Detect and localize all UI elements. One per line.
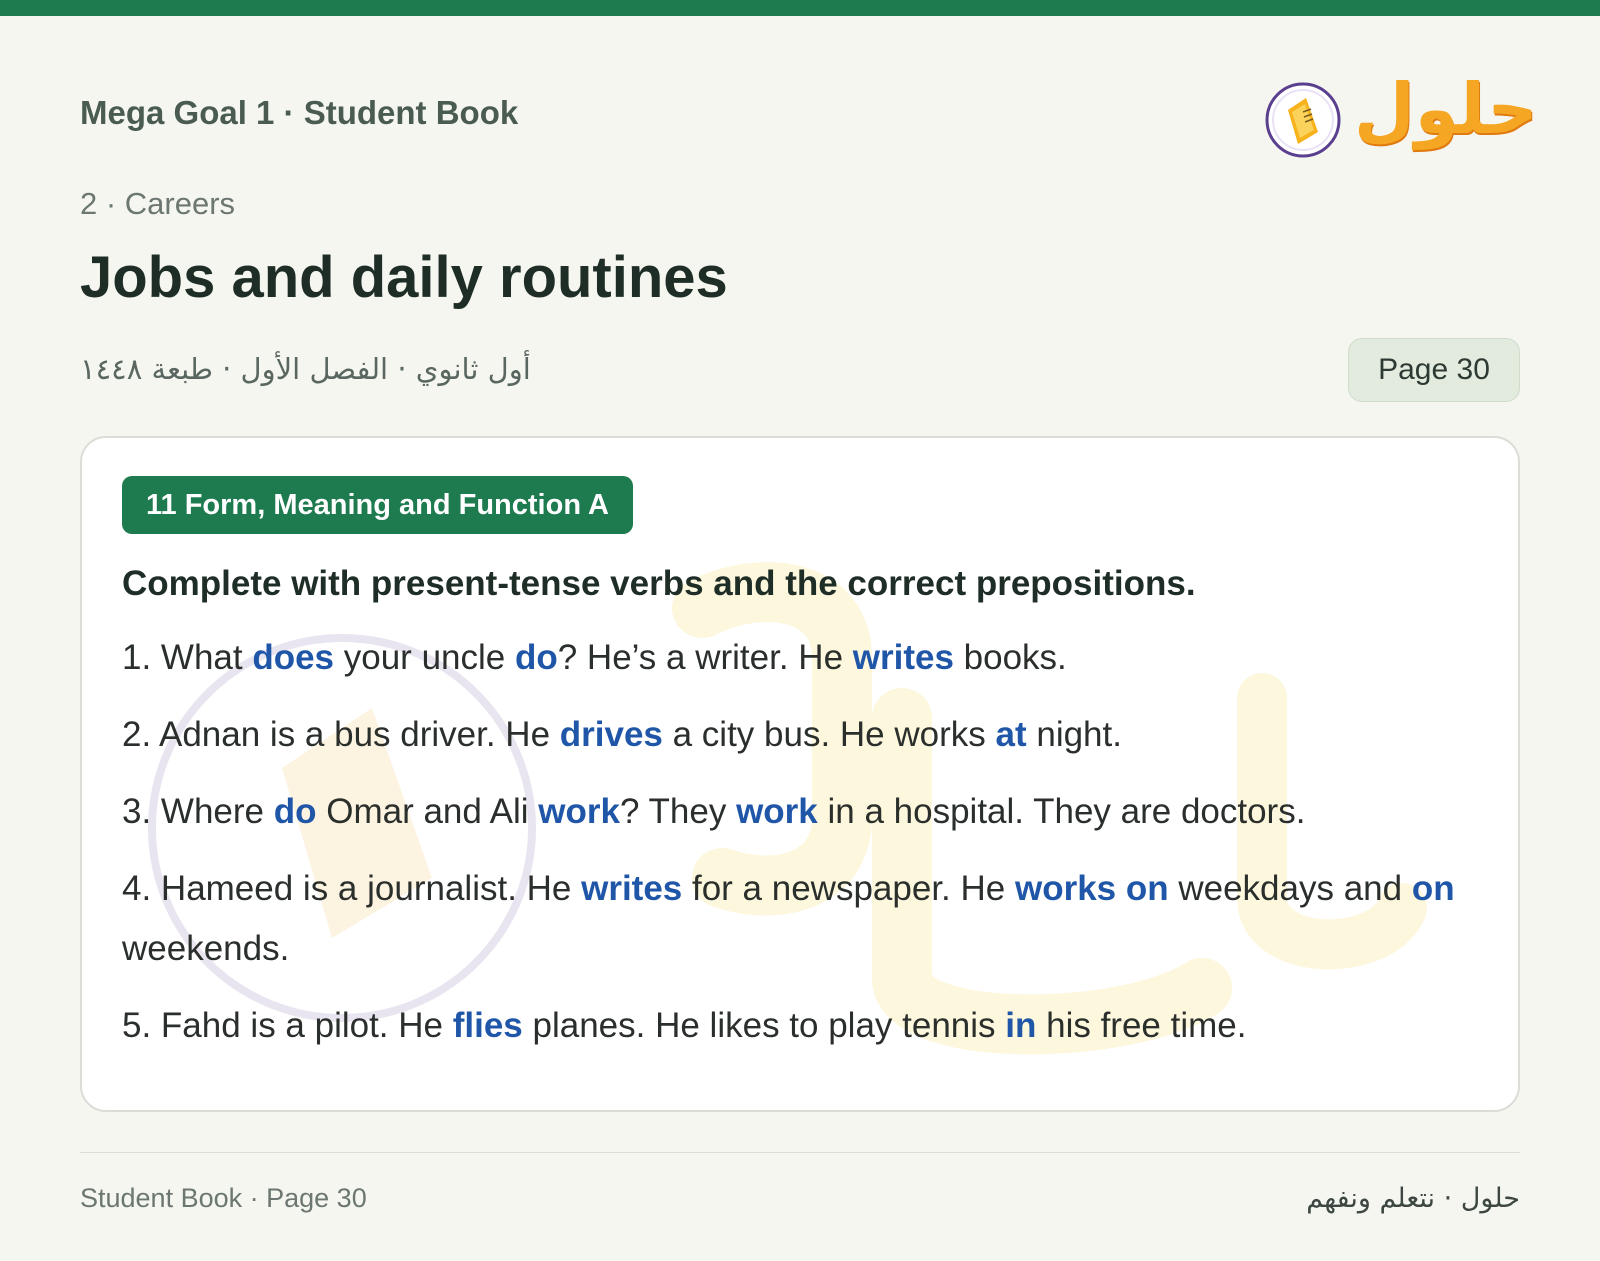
answer-word: drives [559, 715, 663, 754]
item-text: for a newspaper. He [682, 869, 1015, 908]
answer-word: works on [1014, 869, 1169, 908]
item-text: night. [1026, 715, 1122, 754]
item-text: your uncle [334, 638, 515, 677]
answer-word: work [538, 792, 620, 831]
item-text: ? They [619, 792, 737, 831]
exercise-item-4: 4. Hameed is a journalist. He writes for… [122, 859, 1482, 979]
page-badge: Page 30 [1348, 338, 1520, 402]
answer-word: in [1005, 1006, 1037, 1045]
answer-word: do [514, 638, 558, 677]
item-text: in a hospital. They are doctors. [817, 792, 1306, 831]
exercise-card: 11 Form, Meaning and Function A Complete… [80, 436, 1520, 1112]
item-text: his free time. [1036, 1006, 1247, 1045]
exercise-badge: 11 Form, Meaning and Function A [122, 476, 633, 534]
item-text: a city bus. He works [662, 715, 996, 754]
answer-word: does [252, 638, 335, 677]
footer-right: حلول · نتعلم ونفهم [1306, 1183, 1520, 1214]
item-text: 1. What [122, 638, 253, 677]
answer-word: at [995, 715, 1027, 754]
item-text: weekdays and [1168, 869, 1412, 908]
item-text: Omar and Ali [316, 792, 539, 831]
exercise-instruction: Complete with present-tense verbs and th… [122, 564, 1196, 603]
exercise-items: 1. What does your uncle do? He’s a write… [122, 628, 1482, 1073]
item-text: ? He’s a writer. He [557, 638, 853, 677]
item-text: 4. Hameed is a journalist. He [122, 869, 582, 908]
item-text: 5. Fahd is a pilot. He [122, 1006, 453, 1045]
footer-left: Student Book · Page 30 [80, 1183, 367, 1213]
arabic-subtitle: أول ثانوي · الفصل الأول · طبعة ١٤٤٨ [80, 352, 531, 386]
answer-word: flies [452, 1006, 523, 1045]
item-text: planes. He likes to play tennis [522, 1006, 1006, 1045]
exercise-item-2: 2. Adnan is a bus driver. He drives a ci… [122, 705, 1482, 765]
item-text: 3. Where [122, 792, 274, 831]
item-text: books. [953, 638, 1067, 677]
lesson-title: Jobs and daily routines [80, 245, 728, 310]
answer-word: work [736, 792, 818, 831]
answer-word: writes [852, 638, 954, 677]
logo-text: حلول [1354, 68, 1538, 150]
exercise-item-1: 1. What does your uncle do? He’s a write… [122, 628, 1482, 688]
item-text: 2. Adnan is a bus driver. He [122, 715, 560, 754]
answer-word: do [273, 792, 317, 831]
footer-divider [80, 1152, 1520, 1153]
answer-word: writes [581, 869, 683, 908]
item-text: weekends. [122, 929, 290, 968]
exercise-item-3: 3. Where do Omar and Ali work? They work… [122, 782, 1482, 842]
hulul-logo: حلول [1258, 62, 1538, 172]
exercise-item-5: 5. Fahd is a pilot. He flies planes. He … [122, 996, 1482, 1056]
top-accent-bar [0, 0, 1600, 16]
book-title: Mega Goal 1 · Student Book [80, 94, 519, 131]
answer-word: on [1411, 869, 1455, 908]
chapter-label: 2 · Careers [80, 186, 236, 221]
